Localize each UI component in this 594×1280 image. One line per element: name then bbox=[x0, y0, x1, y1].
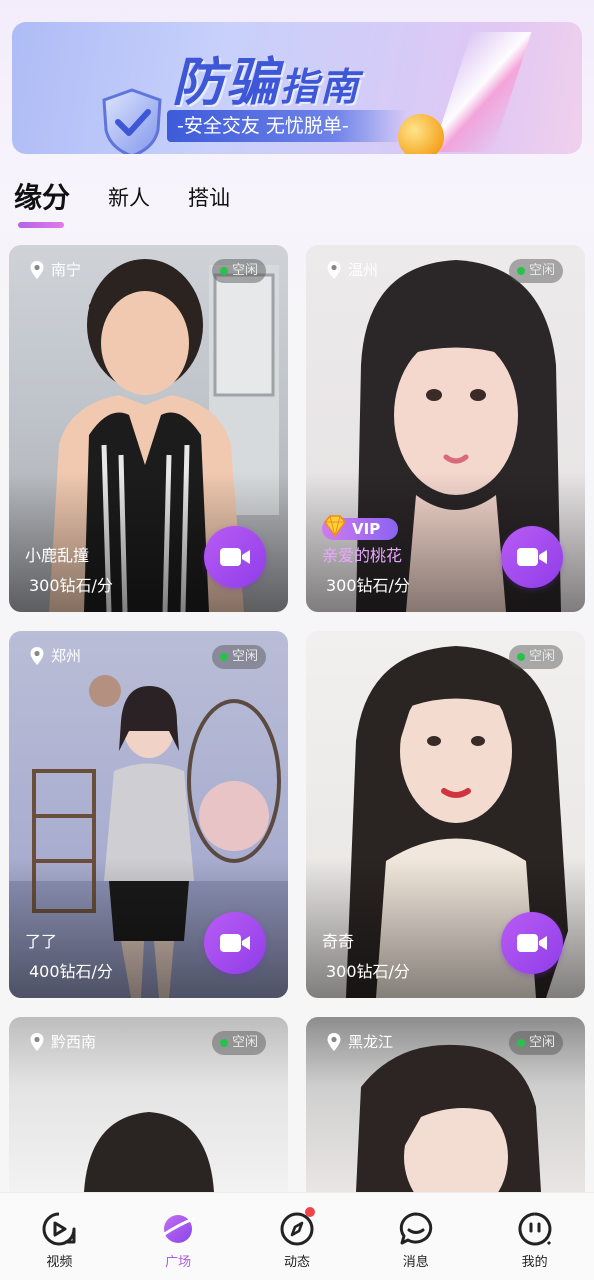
status-badge: 空闲 bbox=[211, 645, 266, 669]
nav-video[interactable]: 视频 bbox=[19, 1211, 99, 1270]
vip-badge: VIP bbox=[322, 515, 398, 540]
tab-yuanfen[interactable]: 缘分 bbox=[14, 178, 70, 228]
nav-label: 视频 bbox=[46, 1255, 73, 1270]
user-nickname: 了了 bbox=[25, 932, 58, 951]
video-camera-icon bbox=[517, 548, 547, 566]
user-card[interactable]: 温州 空闲 VIP 亲爱的桃花 300钻石/分 bbox=[306, 245, 585, 612]
user-nickname: 亲爱的桃花 bbox=[322, 546, 403, 565]
nav-label: 广场 bbox=[165, 1255, 192, 1270]
location-pin-icon bbox=[327, 1032, 341, 1051]
status-badge: 空闲 bbox=[211, 1031, 266, 1055]
location-pin-icon bbox=[30, 260, 44, 279]
user-card[interactable]: 黑龙江 空闲 bbox=[306, 1017, 585, 1192]
planet-icon bbox=[161, 1215, 195, 1243]
shield-check-icon bbox=[102, 88, 162, 154]
category-tabs: 缘分 新人 搭讪 bbox=[14, 178, 268, 230]
status-badge: 空闲 bbox=[508, 1031, 563, 1055]
location-text: 郑州 bbox=[51, 647, 82, 665]
user-nickname: 小鹿乱撞 bbox=[25, 546, 90, 565]
location-tag: 黔西南 bbox=[29, 1031, 96, 1052]
diamond-icon bbox=[324, 515, 346, 538]
video-play-icon bbox=[42, 1212, 76, 1246]
nav-messages[interactable]: 消息 bbox=[376, 1211, 456, 1270]
location-pin-icon bbox=[327, 260, 341, 279]
call-price: 400钻石/分 bbox=[29, 962, 113, 981]
video-call-button[interactable] bbox=[501, 526, 563, 588]
video-camera-icon bbox=[220, 934, 250, 952]
video-call-button[interactable] bbox=[204, 526, 266, 588]
user-card[interactable]: 郑州 空闲 了了 400钻石/分 bbox=[9, 631, 288, 998]
anti-fraud-guide-banner[interactable]: 防骗指南 -安全交友 无忧脱单- bbox=[12, 22, 582, 154]
nav-label: 动态 bbox=[283, 1255, 310, 1270]
location-text: 南宁 bbox=[51, 261, 82, 279]
nav-moments[interactable]: 动态 bbox=[257, 1207, 337, 1270]
location-text: 黔西南 bbox=[51, 1033, 97, 1051]
status-badge: 空闲 bbox=[508, 259, 563, 283]
video-camera-icon bbox=[517, 934, 547, 952]
location-tag: 黑龙江 bbox=[326, 1031, 393, 1052]
nav-profile[interactable]: 我的 bbox=[495, 1211, 575, 1270]
face-icon bbox=[518, 1212, 551, 1246]
tab-xinren[interactable]: 新人 bbox=[108, 178, 150, 218]
location-pin-icon bbox=[30, 646, 44, 665]
user-card[interactable]: 空闲 奇奇 300钻石/分 bbox=[306, 631, 585, 998]
nav-square[interactable]: 广场 bbox=[138, 1211, 218, 1270]
video-call-button[interactable] bbox=[501, 912, 563, 974]
location-pin-icon bbox=[30, 1032, 44, 1051]
call-price: 300钻石/分 bbox=[29, 576, 113, 595]
banner-light-flare bbox=[432, 32, 532, 152]
user-card[interactable]: 南宁 空闲 小鹿乱撞 300钻石/分 bbox=[9, 245, 288, 612]
chat-bubble-icon bbox=[399, 1212, 432, 1245]
nav-label: 我的 bbox=[521, 1255, 548, 1270]
notification-dot bbox=[304, 1207, 315, 1217]
bottom-navigation: 视频 广场 动态 消息 我的 bbox=[0, 1192, 594, 1280]
nav-label: 消息 bbox=[402, 1255, 429, 1270]
banner-subtitle: -安全交友 无忧脱单- bbox=[167, 110, 407, 142]
location-tag: 郑州 bbox=[29, 645, 81, 666]
user-nickname: 奇奇 bbox=[322, 932, 355, 951]
call-price: 300钻石/分 bbox=[326, 962, 410, 981]
banner-title: 防骗指南 bbox=[172, 53, 361, 113]
tab-dashan[interactable]: 搭讪 bbox=[188, 178, 230, 218]
video-call-button[interactable] bbox=[204, 912, 266, 974]
location-text: 黑龙江 bbox=[348, 1033, 394, 1051]
location-tag: 南宁 bbox=[29, 259, 81, 280]
coin-icon bbox=[398, 114, 444, 154]
active-tab-indicator bbox=[18, 222, 64, 228]
location-text: 温州 bbox=[348, 261, 379, 279]
call-price: 300钻石/分 bbox=[326, 576, 410, 595]
status-badge: 空闲 bbox=[211, 259, 266, 283]
video-camera-icon bbox=[220, 548, 250, 566]
status-badge: 空闲 bbox=[508, 645, 563, 669]
location-tag: 温州 bbox=[326, 259, 378, 280]
user-card[interactable]: 黔西南 空闲 bbox=[9, 1017, 288, 1192]
